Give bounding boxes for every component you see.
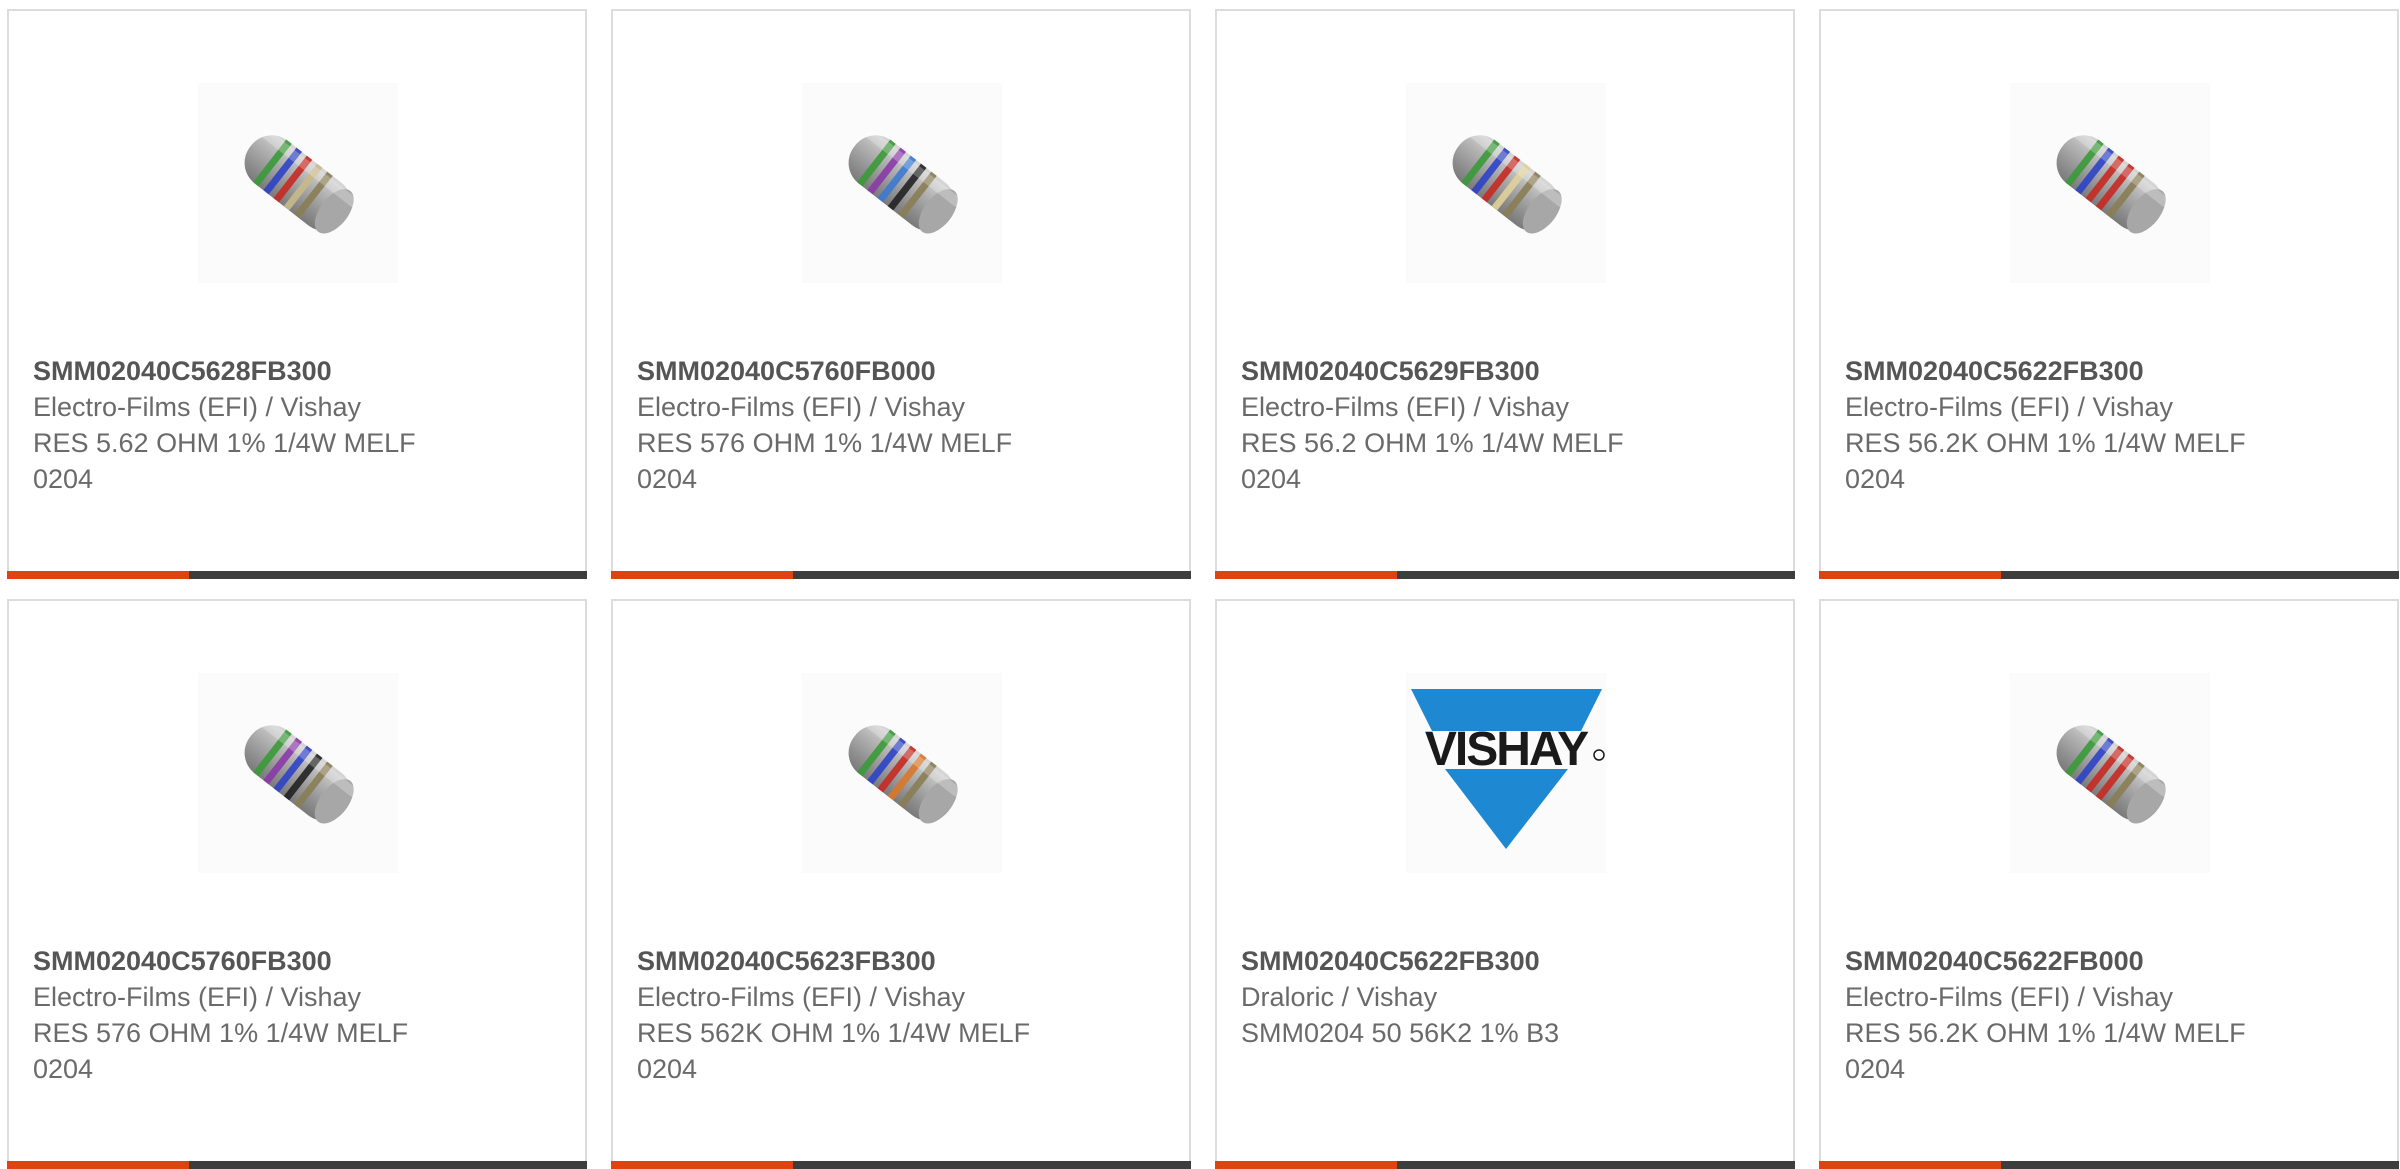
resistor-icon — [2056, 719, 2171, 824]
part-number-link[interactable]: SMM02040C5760FB300 — [33, 943, 553, 979]
card-accent-bar — [1215, 1161, 1397, 1169]
part-number-link[interactable]: SMM02040C5628FB300 — [33, 353, 553, 389]
product-info: SMM02040C5622FB300 Electro-Films (EFI) /… — [1845, 353, 2365, 497]
resistor-body — [848, 725, 956, 821]
product-image[interactable] — [2010, 83, 2210, 283]
card-bottom-bar — [611, 571, 1191, 579]
card-accent-bar — [1215, 571, 1397, 579]
description-label: RES 576 OHM 1% 1/4W MELF 0204 — [637, 428, 1013, 494]
card-accent-bar — [1819, 1161, 2001, 1169]
part-number-link[interactable]: SMM02040C5629FB300 — [1241, 353, 1761, 389]
product-grid: SMM02040C5628FB300 Electro-Films (EFI) /… — [7, 9, 2400, 1169]
product-card[interactable]: SMM02040C5629FB300 Electro-Films (EFI) /… — [1215, 9, 1795, 579]
description-label: RES 56.2K OHM 1% 1/4W MELF 0204 — [1845, 1018, 2246, 1084]
resistor-icon — [848, 129, 963, 234]
product-card[interactable]: SMM02040C5628FB300 Electro-Films (EFI) /… — [7, 9, 587, 579]
card-bottom-bar — [7, 571, 587, 579]
manufacturer-label: Electro-Films (EFI) / Vishay — [1241, 392, 1570, 422]
card-bottom-bar — [1819, 1161, 2399, 1169]
product-image[interactable] — [802, 673, 1002, 873]
product-card[interactable]: SMM02040C5623FB300 Electro-Films (EFI) /… — [611, 599, 1191, 1169]
resistor-body-group — [848, 719, 963, 824]
product-card[interactable]: VISHAY SMM02040C5622FB300 Draloric / Vis… — [1215, 599, 1795, 1169]
product-info: SMM02040C5760FB300 Electro-Films (EFI) /… — [33, 943, 553, 1087]
resistor-body — [2056, 135, 2164, 231]
product-info: SMM02040C5760FB000 Electro-Films (EFI) /… — [637, 353, 1157, 497]
resistor-icon — [244, 719, 359, 824]
part-number-link[interactable]: SMM02040C5760FB000 — [637, 353, 1157, 389]
product-image[interactable] — [198, 673, 398, 873]
product-card[interactable]: SMM02040C5760FB300 Electro-Films (EFI) /… — [7, 599, 587, 1169]
product-image[interactable]: VISHAY — [1406, 673, 1606, 873]
resistor-body-group — [2056, 719, 2171, 824]
manufacturer-label: Electro-Films (EFI) / Vishay — [637, 392, 966, 422]
vishay-logo: VISHAY — [1411, 689, 1605, 849]
description-label: RES 576 OHM 1% 1/4W MELF 0204 — [33, 1018, 409, 1084]
resistor-body — [848, 135, 956, 231]
product-info: SMM02040C5622FB000 Electro-Films (EFI) /… — [1845, 943, 2365, 1087]
product-card[interactable]: SMM02040C5622FB300 Electro-Films (EFI) /… — [1819, 9, 2399, 579]
resistor-icon — [2056, 129, 2171, 234]
product-info: SMM02040C5628FB300 Electro-Films (EFI) /… — [33, 353, 553, 497]
description-label: RES 56.2 OHM 1% 1/4W MELF 0204 — [1241, 428, 1624, 494]
resistor-icon — [244, 129, 359, 234]
resistor-body — [2056, 725, 2164, 821]
resistor-body — [244, 135, 352, 231]
product-image[interactable] — [198, 83, 398, 283]
resistor-body — [244, 725, 352, 821]
card-accent-bar — [1819, 571, 2001, 579]
card-accent-bar — [611, 571, 793, 579]
part-number-link[interactable]: SMM02040C5623FB300 — [637, 943, 1157, 979]
registered-mark — [1593, 749, 1605, 761]
logo-bottom-triangle — [1445, 769, 1568, 849]
product-info: SMM02040C5623FB300 Electro-Films (EFI) /… — [637, 943, 1157, 1087]
manufacturer-label: Draloric / Vishay — [1241, 982, 1438, 1012]
product-image[interactable] — [802, 83, 1002, 283]
card-accent-bar — [7, 571, 189, 579]
description-label: RES 5.62 OHM 1% 1/4W MELF 0204 — [33, 428, 416, 494]
manufacturer-label: Electro-Films (EFI) / Vishay — [637, 982, 966, 1012]
resistor-icon — [848, 719, 963, 824]
card-bottom-bar — [1215, 571, 1795, 579]
manufacturer-label: Electro-Films (EFI) / Vishay — [1845, 982, 2174, 1012]
manufacturer-label: Electro-Films (EFI) / Vishay — [33, 392, 362, 422]
description-label: SMM0204 50 56K2 1% B3 — [1241, 1018, 1560, 1048]
product-info: SMM02040C5629FB300 Electro-Films (EFI) /… — [1241, 353, 1761, 497]
card-bottom-bar — [7, 1161, 587, 1169]
card-accent-bar — [7, 1161, 189, 1169]
resistor-body-group — [848, 129, 963, 234]
card-bottom-bar — [611, 1161, 1191, 1169]
resistor-icon — [1452, 129, 1567, 234]
part-number-link[interactable]: SMM02040C5622FB300 — [1845, 353, 2365, 389]
manufacturer-label: Electro-Films (EFI) / Vishay — [33, 982, 362, 1012]
description-label: RES 56.2K OHM 1% 1/4W MELF 0204 — [1845, 428, 2246, 494]
resistor-body — [1452, 135, 1560, 231]
part-number-link[interactable]: SMM02040C5622FB000 — [1845, 943, 2365, 979]
resistor-body-group — [244, 719, 359, 824]
product-info: SMM02040C5622FB300 Draloric / Vishay SMM… — [1241, 943, 1761, 1051]
logo-text: VISHAY — [1425, 723, 1589, 776]
description-label: RES 562K OHM 1% 1/4W MELF 0204 — [637, 1018, 1031, 1084]
product-card[interactable]: SMM02040C5622FB000 Electro-Films (EFI) /… — [1819, 599, 2399, 1169]
resistor-body-group — [2056, 129, 2171, 234]
product-card[interactable]: SMM02040C5760FB000 Electro-Films (EFI) /… — [611, 9, 1191, 579]
manufacturer-label: Electro-Films (EFI) / Vishay — [1845, 392, 2174, 422]
product-image[interactable] — [2010, 673, 2210, 873]
part-number-link[interactable]: SMM02040C5622FB300 — [1241, 943, 1761, 979]
resistor-body-group — [244, 129, 359, 234]
card-bottom-bar — [1819, 571, 2399, 579]
resistor-body-group — [1452, 129, 1567, 234]
card-bottom-bar — [1215, 1161, 1795, 1169]
card-accent-bar — [611, 1161, 793, 1169]
product-image[interactable] — [1406, 83, 1606, 283]
